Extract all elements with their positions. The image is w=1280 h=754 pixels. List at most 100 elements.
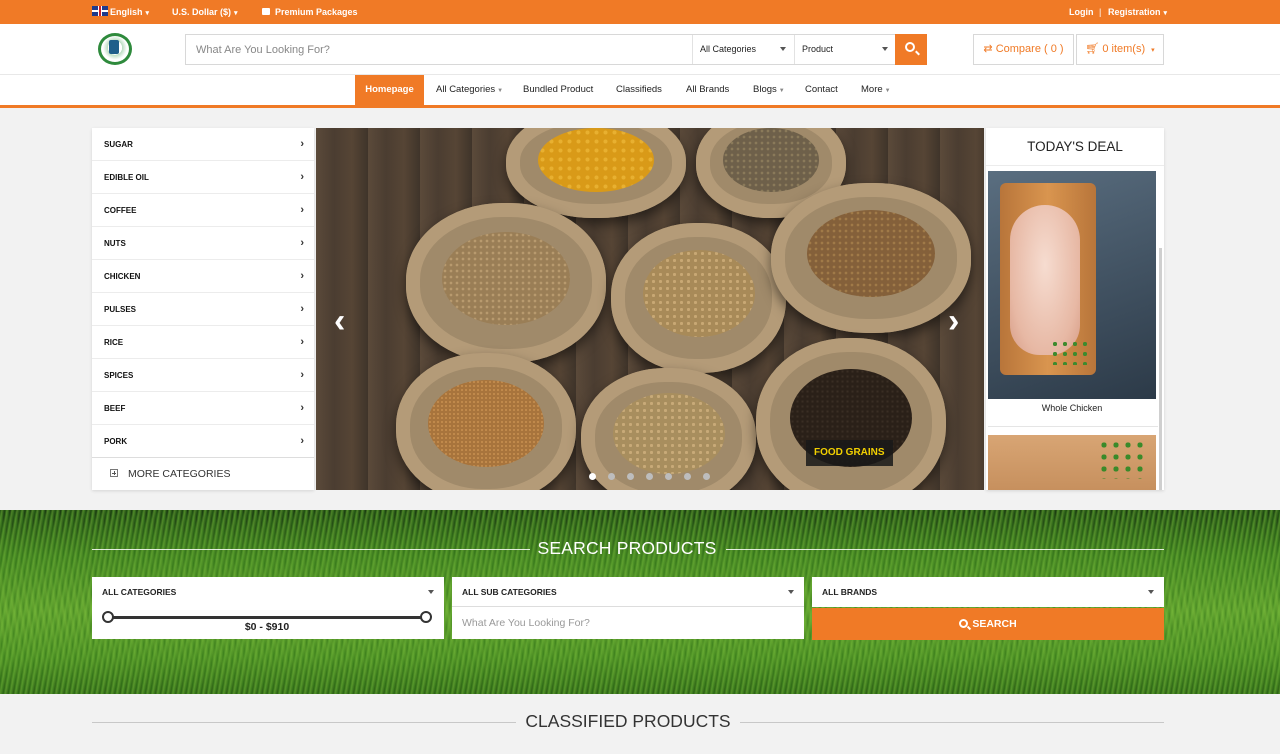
category-item[interactable]: PULSES › <box>92 293 314 326</box>
category-select[interactable]: All Categories <box>692 35 794 64</box>
package-icon <box>262 8 270 15</box>
nav-classifieds[interactable]: Classifieds <box>616 75 662 105</box>
keyword-input[interactable] <box>452 608 804 638</box>
nav-more[interactable]: More ▼ <box>861 75 891 105</box>
slider-dot[interactable] <box>608 473 615 480</box>
all-brands-select[interactable]: ALL BRANDS <box>812 577 1164 607</box>
slide-caption: FOOD GRAINS <box>806 440 893 466</box>
slider-dot[interactable] <box>684 473 691 480</box>
grain-sack <box>406 203 606 363</box>
category-label: SPICES <box>104 371 134 380</box>
dropdown-arrow-icon <box>1148 590 1154 594</box>
search-products-button[interactable]: SEARCH <box>812 608 1164 640</box>
search-icon <box>959 619 969 628</box>
sub-categories-select[interactable]: ALL SUB CATEGORIES <box>452 577 804 607</box>
topbar-separator: | <box>1099 7 1102 17</box>
slider-prev-icon[interactable]: ‹ <box>334 304 354 338</box>
search-button[interactable] <box>895 34 927 65</box>
header: All Categories Product ⇄ Compare ( 0 ) 🛒… <box>0 24 1280 74</box>
slider-dot[interactable] <box>646 473 653 480</box>
deal-product-image-2[interactable] <box>988 435 1156 490</box>
slider-dot[interactable] <box>627 473 634 480</box>
chevron-right-icon: › <box>300 270 304 282</box>
price-range-track[interactable] <box>108 616 426 619</box>
currency-label: U.S. Dollar ($) <box>172 7 232 17</box>
nav-bundled-product[interactable]: Bundled Product <box>523 75 593 105</box>
all-brands-value: ALL BRANDS <box>822 587 878 597</box>
dropdown-arrow-icon <box>882 47 888 51</box>
nav-more-label: More <box>861 84 883 95</box>
nav-contact[interactable]: Contact <box>805 75 838 105</box>
category-label: PORK <box>104 437 128 446</box>
registration-link[interactable]: Registration ▾ <box>1108 0 1167 24</box>
category-item[interactable]: CHICKEN › <box>92 260 314 293</box>
grain-sack <box>771 183 971 333</box>
dropdown-arrow-icon <box>780 47 786 51</box>
grain-sack <box>396 353 576 490</box>
deal-scrollbar[interactable] <box>1159 248 1162 490</box>
chevron-right-icon: › <box>300 204 304 216</box>
compare-icon: ⇄ <box>983 43 993 55</box>
category-item[interactable]: SUGAR › <box>92 128 314 161</box>
nav-blogs-label: Blogs <box>753 84 777 95</box>
cart-button[interactable]: 🛒︎ 0 item(s) ▾ <box>1076 34 1164 65</box>
deal-product-name[interactable]: Whole Chicken <box>986 403 1158 413</box>
slider-next-icon[interactable]: › <box>948 304 968 338</box>
slider-dot[interactable] <box>589 473 596 480</box>
category-item[interactable]: RICE › <box>92 326 314 359</box>
category-item[interactable]: PORK › <box>92 425 314 458</box>
grain-sack <box>756 338 946 490</box>
chevron-down-icon: ▾ <box>1163 10 1168 17</box>
chevron-right-icon: › <box>300 138 304 150</box>
search-products-section: SEARCH PRODUCTS ALL CATEGORIES $0 - $910… <box>0 510 1280 694</box>
type-select[interactable]: Product <box>794 35 896 64</box>
category-item[interactable]: COFFEE › <box>92 194 314 227</box>
barley-grains <box>442 231 570 325</box>
compare-button[interactable]: ⇄ Compare ( 0 ) <box>973 34 1074 65</box>
corn-kernels <box>538 128 654 192</box>
more-categories-link[interactable]: MORE CATEGORIES <box>92 457 314 490</box>
nav-blogs[interactable]: Blogs ▼ <box>753 75 785 105</box>
category-item[interactable]: SPICES › <box>92 359 314 392</box>
slider-dot[interactable] <box>703 473 710 480</box>
nav-homepage[interactable]: Homepage <box>355 75 424 105</box>
premium-packages-label: Premium Packages <box>275 7 358 17</box>
chevron-down-icon: ▼ <box>778 88 785 94</box>
spelt-grains <box>612 393 725 475</box>
premium-packages-link[interactable]: Premium Packages <box>262 0 358 24</box>
login-link[interactable]: Login <box>1069 0 1094 24</box>
todays-deal-title: TODAY'S DEAL <box>986 128 1164 166</box>
category-sidebar: SUGAR › EDIBLE OIL › COFFEE › NUTS › CHICKEN… <box>92 128 314 490</box>
chevron-right-icon: › <box>300 402 304 414</box>
login-label: Login <box>1069 7 1094 17</box>
todays-deal-panel: TODAY'S DEAL Whole Chicken <box>986 128 1164 490</box>
language-selector[interactable]: English ▾ <box>92 0 149 24</box>
search-input[interactable] <box>186 35 691 64</box>
category-select-value: All Categories <box>700 44 757 54</box>
hero-slider[interactable]: ‹ › <box>316 128 984 490</box>
rye-grains <box>807 210 935 297</box>
search-button-label: SEARCH <box>972 618 1017 630</box>
category-item[interactable]: EDIBLE OIL › <box>92 161 314 194</box>
price-filter-box: ALL CATEGORIES $0 - $910 <box>92 577 444 639</box>
category-item[interactable]: NUTS › <box>92 227 314 260</box>
nav-all-brands[interactable]: All Brands <box>686 75 729 105</box>
deal-product-image[interactable] <box>988 171 1156 399</box>
divider <box>988 426 1158 427</box>
wheat-grains <box>723 128 819 192</box>
category-item[interactable]: BEEF › <box>92 392 314 425</box>
sub-categories-value: ALL SUB CATEGORIES <box>462 587 557 597</box>
registration-label: Registration <box>1108 7 1161 17</box>
nav-all-categories[interactable]: All Categories ▼ <box>436 75 503 105</box>
chevron-right-icon: › <box>300 336 304 348</box>
chevron-right-icon: › <box>300 237 304 249</box>
currency-selector[interactable]: U.S. Dollar ($) ▾ <box>172 0 238 24</box>
dropdown-arrow-icon <box>428 590 434 594</box>
grain-sack <box>581 368 756 490</box>
site-logo[interactable] <box>98 33 132 65</box>
slider-dot[interactable] <box>665 473 672 480</box>
chevron-down-icon: ▼ <box>497 88 504 94</box>
price-range-label: $0 - $910 <box>244 621 290 633</box>
nav-all-categories-label: All Categories <box>436 84 496 95</box>
all-categories-select[interactable]: ALL CATEGORIES <box>92 577 444 607</box>
